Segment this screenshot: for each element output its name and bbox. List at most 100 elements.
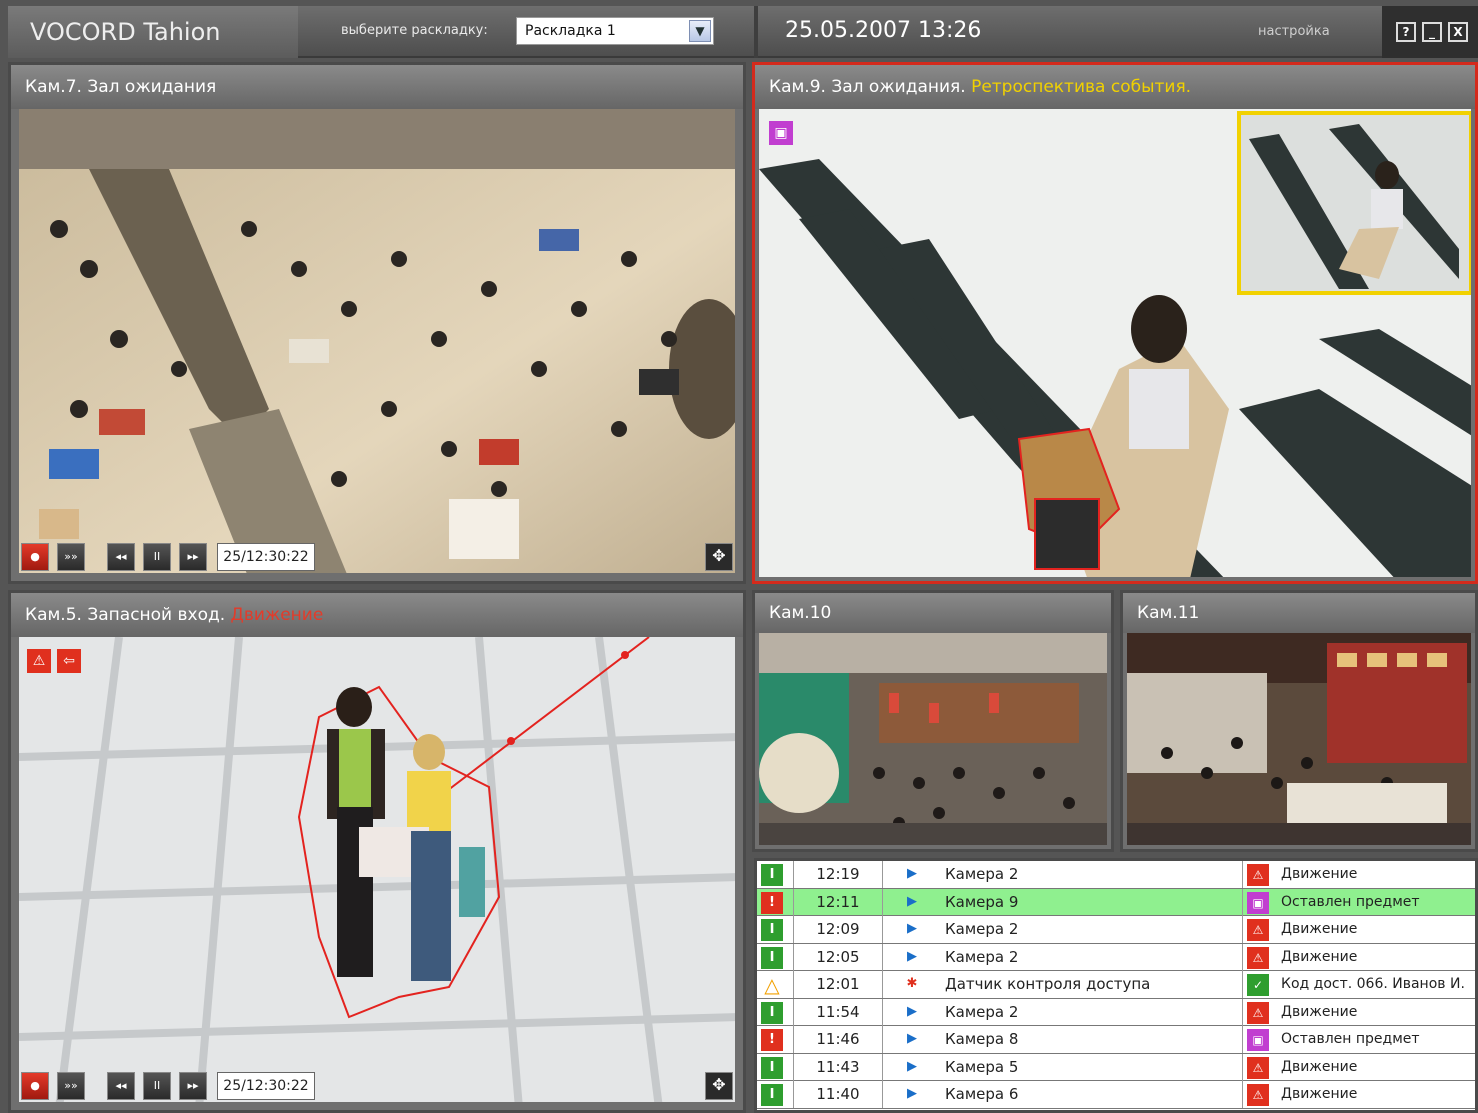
fast-play-button[interactable]: »»	[57, 543, 85, 571]
event-source: Камера 2	[945, 920, 1019, 938]
event-time: 12:01	[793, 971, 883, 998]
event-time: 12:19	[793, 861, 883, 888]
record-button[interactable]: ●	[21, 1072, 49, 1100]
divider	[1242, 943, 1243, 971]
event-time: 11:46	[793, 1026, 883, 1053]
camera-feed-cam11[interactable]	[1127, 633, 1471, 845]
panel-title: Кам.7. Зал ожидания	[11, 65, 743, 109]
divider	[1242, 998, 1243, 1026]
camera-panel-cam10[interactable]: Кам.10	[752, 590, 1114, 852]
status-info-icon: I	[761, 1056, 783, 1079]
help-button[interactable]: ?	[1396, 22, 1416, 42]
event-time: 11:54	[793, 998, 883, 1026]
lock-icon: ▣	[769, 121, 793, 145]
event-source: Камера 9	[945, 892, 1019, 911]
exit-alarm-icon: ⇦	[57, 649, 81, 673]
table-row[interactable]: I 12:19 ▶ Камера 2 ⚠ Движение	[757, 861, 1475, 889]
video-frame	[19, 109, 735, 573]
access-icon: ✓	[1247, 974, 1269, 996]
camera-feed-cam9[interactable]	[759, 109, 1471, 577]
playback-time[interactable]: 25/12:30:22	[217, 543, 315, 571]
playback-time[interactable]: 25/12:30:22	[217, 1072, 315, 1100]
panel-title: Кам.9. Зал ожидания. Ретроспектива событ…	[755, 65, 1475, 109]
video-frame	[19, 637, 735, 1102]
divider	[1242, 1081, 1243, 1108]
layout-select[interactable]: Раскладка 1 ▼	[516, 17, 714, 45]
pause-button[interactable]: II	[143, 543, 171, 571]
camera-icon: ▶	[907, 1003, 917, 1019]
record-button[interactable]: ●	[21, 543, 49, 571]
camera-icon: ▶	[907, 866, 917, 881]
camera-icon: ▶	[907, 1086, 917, 1101]
motion-icon: ⚠	[1247, 1056, 1269, 1079]
event-type: Движение	[1281, 948, 1358, 965]
panel-title: Кам.11	[1123, 593, 1475, 633]
camera-panel-cam5[interactable]: Кам.5. Запасной вход. Движение ⚠ ⇦ ● »» …	[8, 590, 746, 1113]
forward-button[interactable]: ▸▸	[179, 1072, 207, 1100]
table-row[interactable]: I 11:43 ▶ Камера 5 ⚠ Движение	[757, 1053, 1475, 1081]
table-row[interactable]: △ 12:01 ✱ Датчик контроля доступа ✓ Код дост.…	[757, 971, 1475, 999]
event-type: Оставлен предмет	[1281, 1031, 1420, 1047]
status-info-icon: I	[761, 919, 783, 941]
camera-feed-cam10[interactable]	[759, 633, 1107, 845]
event-type: Код дост. 066. Иванов И.	[1281, 976, 1465, 992]
table-row[interactable]: I 12:09 ▶ Камера 2 ⚠ Движение	[757, 916, 1475, 944]
event-source: Камера 8	[945, 1030, 1019, 1048]
event-type: Движение	[1281, 1003, 1358, 1020]
fast-play-button[interactable]: »»	[57, 1072, 85, 1100]
expand-icon[interactable]: ✥	[705, 543, 733, 571]
table-row[interactable]: ! 12:11 ▶ Камера 9 ▣ Оставлен предмет	[757, 888, 1475, 916]
motion-icon: ⚠	[1247, 919, 1269, 941]
status-info-icon: I	[761, 1084, 783, 1106]
event-time: 11:43	[793, 1053, 883, 1081]
rewind-button[interactable]: ◂◂	[107, 543, 135, 571]
settings-link[interactable]: настройка	[1258, 24, 1330, 39]
motion-icon: ⚠	[1247, 1084, 1269, 1106]
camera-panel-cam9[interactable]: Кам.9. Зал ожидания. Ретроспектива событ…	[752, 62, 1478, 584]
left-item-icon: ▣	[1247, 891, 1269, 914]
top-bar: VOCORD Tahion выберите раскладку: Раскла…	[8, 6, 1478, 58]
window-controls: ? _ X	[1382, 6, 1478, 58]
camera-feed-cam7[interactable]	[19, 109, 735, 573]
event-source: Датчик контроля доступа	[945, 975, 1151, 993]
left-item-icon: ▣	[1247, 1029, 1269, 1051]
status-alarm2-icon: !	[761, 1029, 783, 1051]
status-info-icon: I	[761, 946, 783, 969]
pause-button[interactable]: II	[143, 1072, 171, 1100]
forward-button[interactable]: ▸▸	[179, 543, 207, 571]
motion-icon: ⚠	[1247, 946, 1269, 969]
camera-panel-cam11[interactable]: Кам.11	[1120, 590, 1478, 852]
divider	[1242, 888, 1243, 916]
status-info-icon: I	[761, 864, 783, 886]
status-info-icon: I	[761, 1001, 783, 1024]
table-row[interactable]: I 11:40 ▶ Камера 6 ⚠ Движение	[757, 1081, 1475, 1109]
camera-icon: ▶	[907, 1058, 917, 1074]
event-source: Камера 2	[945, 865, 1019, 883]
table-row[interactable]: ! 11:46 ▶ Камера 8 ▣ Оставлен предмет	[757, 1026, 1475, 1054]
event-type: Движение	[1281, 921, 1358, 937]
panel-title: Кам.10	[755, 593, 1111, 633]
expand-icon[interactable]: ✥	[705, 1072, 733, 1100]
camera-icon: ▶	[907, 1031, 917, 1046]
panel-status: Движение	[230, 605, 324, 625]
event-type: Движение	[1281, 1058, 1358, 1075]
table-row[interactable]: I 12:05 ▶ Камера 2 ⚠ Движение	[757, 943, 1475, 971]
camera-panel-cam7[interactable]: Кам.7. Зал ожидания ● »» ◂◂ II ▸▸ 25/12:…	[8, 62, 746, 584]
camera-feed-cam5[interactable]	[19, 637, 735, 1102]
current-datetime: 25.05.2007 13:26	[785, 18, 982, 43]
divider	[754, 6, 758, 58]
table-row[interactable]: I 11:54 ▶ Камера 2 ⚠ Движение	[757, 998, 1475, 1026]
rewind-button[interactable]: ◂◂	[107, 1072, 135, 1100]
event-source: Камера 2	[945, 947, 1019, 966]
event-time: 12:09	[793, 916, 883, 943]
sensor-icon: ✱	[906, 976, 918, 991]
divider	[1242, 1053, 1243, 1081]
minimize-button[interactable]: _	[1422, 22, 1442, 42]
close-button[interactable]: X	[1448, 22, 1468, 42]
camera-icon: ▶	[907, 921, 917, 936]
chevron-down-icon[interactable]: ▼	[689, 20, 711, 42]
layout-label: выберите раскладку:	[341, 23, 488, 38]
app-window: VOCORD Tahion выберите раскладку: Раскла…	[0, 0, 1478, 1113]
panel-title: Кам.5. Запасной вход. Движение	[11, 593, 743, 637]
video-frame	[1127, 633, 1471, 845]
